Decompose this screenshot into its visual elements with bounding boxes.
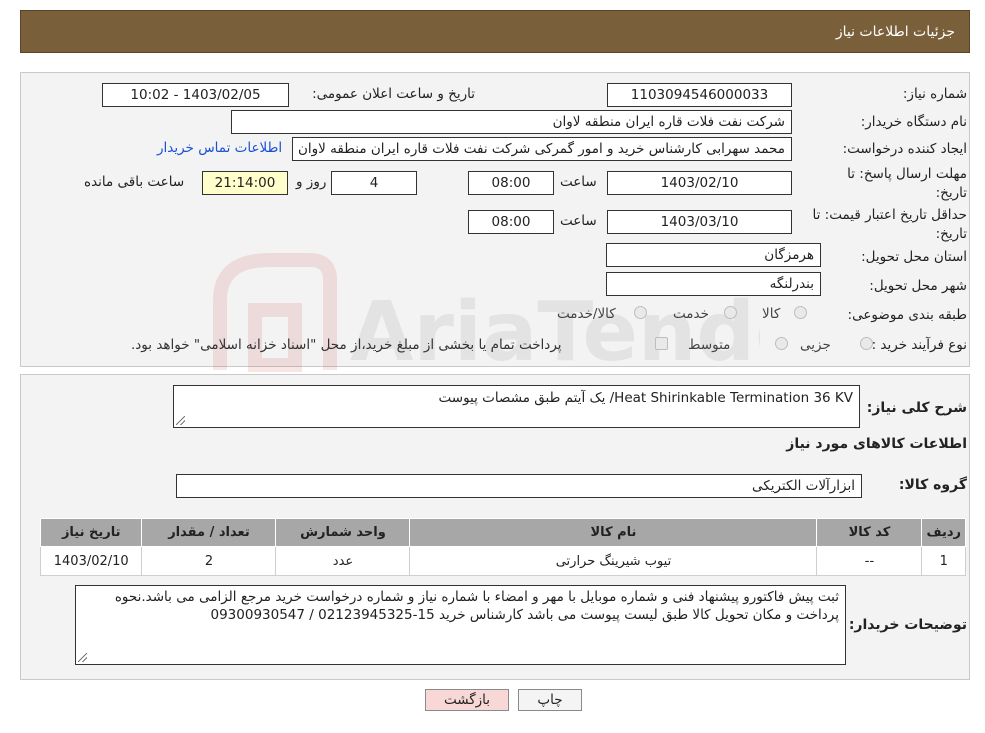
province-field: هرمزگان <box>606 243 821 267</box>
category-goods-radio[interactable] <box>794 306 807 319</box>
purchase-medium-label: متوسط <box>688 337 731 353</box>
col-quantity: تعداد / مقدار <box>141 518 277 547</box>
resize-grip-icon[interactable] <box>176 416 185 425</box>
purchase-minor-label: جزیی <box>800 337 831 353</box>
price-validity-time-field: 08:00 <box>468 210 554 234</box>
goods-table-header: ردیف کد کالا نام کالا واحد شمارش تعداد /… <box>39 518 966 547</box>
province-label: استان محل تحویل: <box>861 249 967 265</box>
reply-time-field: 08:00 <box>468 171 554 195</box>
need-summary-field: Heat Shirinkable Termination 36 KV/ یک آ… <box>173 385 860 428</box>
days-label: روز و <box>296 174 327 190</box>
need-number-field: 1103094546000033 <box>607 83 792 107</box>
category-goods-service-radio[interactable] <box>634 306 647 319</box>
city-field: بندرلنگه <box>606 272 821 296</box>
goods-group-field: ابزارآلات الکتریکی <box>176 474 862 498</box>
days-remaining-field: 4 <box>331 171 417 195</box>
requester-label: ایجاد کننده درخواست: <box>842 141 967 157</box>
buyer-notes-field: ثبت پیش فاکتورو پیشنهاد فنی و شماره موبا… <box>75 585 846 665</box>
remaining-time-field: 21:14:00 <box>202 171 288 195</box>
category-goods-service-label: کالا/خدمت <box>557 306 616 322</box>
back-button[interactable]: بازگشت <box>425 689 509 711</box>
purchase-minor-radio[interactable] <box>860 337 873 350</box>
price-validity-label: حداقل تاریخ اعتبار قیمت: تا تاریخ: <box>812 207 967 242</box>
reply-time-label: ساعت <box>560 174 597 190</box>
reply-deadline-label: مهلت ارسال پاسخ: تا تاریخ: <box>847 166 967 201</box>
treasury-payment-checkbox[interactable] <box>655 337 668 350</box>
remaining-time-label: ساعت باقی مانده <box>84 174 185 190</box>
category-service-label: خدمت <box>673 306 709 322</box>
print-button[interactable]: چاپ <box>518 689 582 711</box>
category-service-radio[interactable] <box>724 306 737 319</box>
goods-group-label: گروه کالا: <box>898 477 967 493</box>
buyer-contact-link[interactable]: اطلاعات تماس خریدار <box>157 140 282 156</box>
need-number-label: شماره نیاز: <box>902 86 967 102</box>
city-label: شهر محل تحویل: <box>869 278 967 294</box>
table-row: 1 -- تیوب شیرینگ حرارتی عدد 2 1403/02/10 <box>39 546 966 576</box>
buyer-org-field: شرکت نفت فلات قاره ایران منطقه لاوان <box>231 110 792 134</box>
need-date-cell: 1403/02/10 <box>39 546 143 576</box>
buyer-org-label: نام دستگاه خریدار: <box>860 114 967 130</box>
resize-grip-icon[interactable] <box>78 653 87 662</box>
item-code-cell: -- <box>816 546 923 576</box>
need-summary-text: Heat Shirinkable Termination 36 KV/ یک آ… <box>438 390 854 406</box>
price-time-label: ساعت <box>560 213 597 229</box>
col-row-number: ردیف <box>921 518 966 547</box>
col-item-code: کد کالا <box>816 518 923 547</box>
reply-date-field: 1403/02/10 <box>607 171 792 195</box>
item-name-cell: تیوب شیرینگ حرارتی <box>409 546 818 576</box>
buyer-notes-text: ثبت پیش فاکتورو پیشنهاد فنی و شماره موبا… <box>114 589 839 623</box>
col-need-date: تاریخ نیاز <box>39 518 143 547</box>
announce-datetime-label: تاریخ و ساعت اعلان عمومی: <box>312 86 475 102</box>
price-validity-date-field: 1403/03/10 <box>607 210 792 234</box>
need-summary-label: شرح کلی نیاز: <box>866 400 967 416</box>
goods-info-title: اطلاعات کالاهای مورد نیاز <box>786 436 967 452</box>
unit-cell: عدد <box>275 546 411 576</box>
category-label: طبقه بندی موضوعی: <box>847 307 967 323</box>
requester-field: محمد سهرابی کارشناس خرید و امور گمرکی شر… <box>292 137 792 161</box>
page-header: جزئیات اطلاعات نیاز <box>20 10 970 53</box>
row-number-cell: 1 <box>921 546 966 576</box>
announce-datetime-field: 1403/02/05 - 10:02 <box>102 83 289 107</box>
col-item-name: نام کالا <box>409 518 818 547</box>
purchase-type-label: نوع فرآیند خرید : <box>871 337 967 353</box>
quantity-cell: 2 <box>141 546 277 576</box>
page-title: جزئیات اطلاعات نیاز <box>835 24 955 40</box>
treasury-payment-note: پرداخت تمام یا بخشی از مبلغ خرید،از محل … <box>131 337 562 353</box>
goods-table: ردیف کد کالا نام کالا واحد شمارش تعداد /… <box>39 518 966 576</box>
col-unit: واحد شمارش <box>275 518 411 547</box>
buyer-notes-label: توضیحات خریدار: <box>848 617 967 633</box>
purchase-medium-radio[interactable] <box>775 337 788 350</box>
category-goods-label: کالا <box>762 306 781 322</box>
